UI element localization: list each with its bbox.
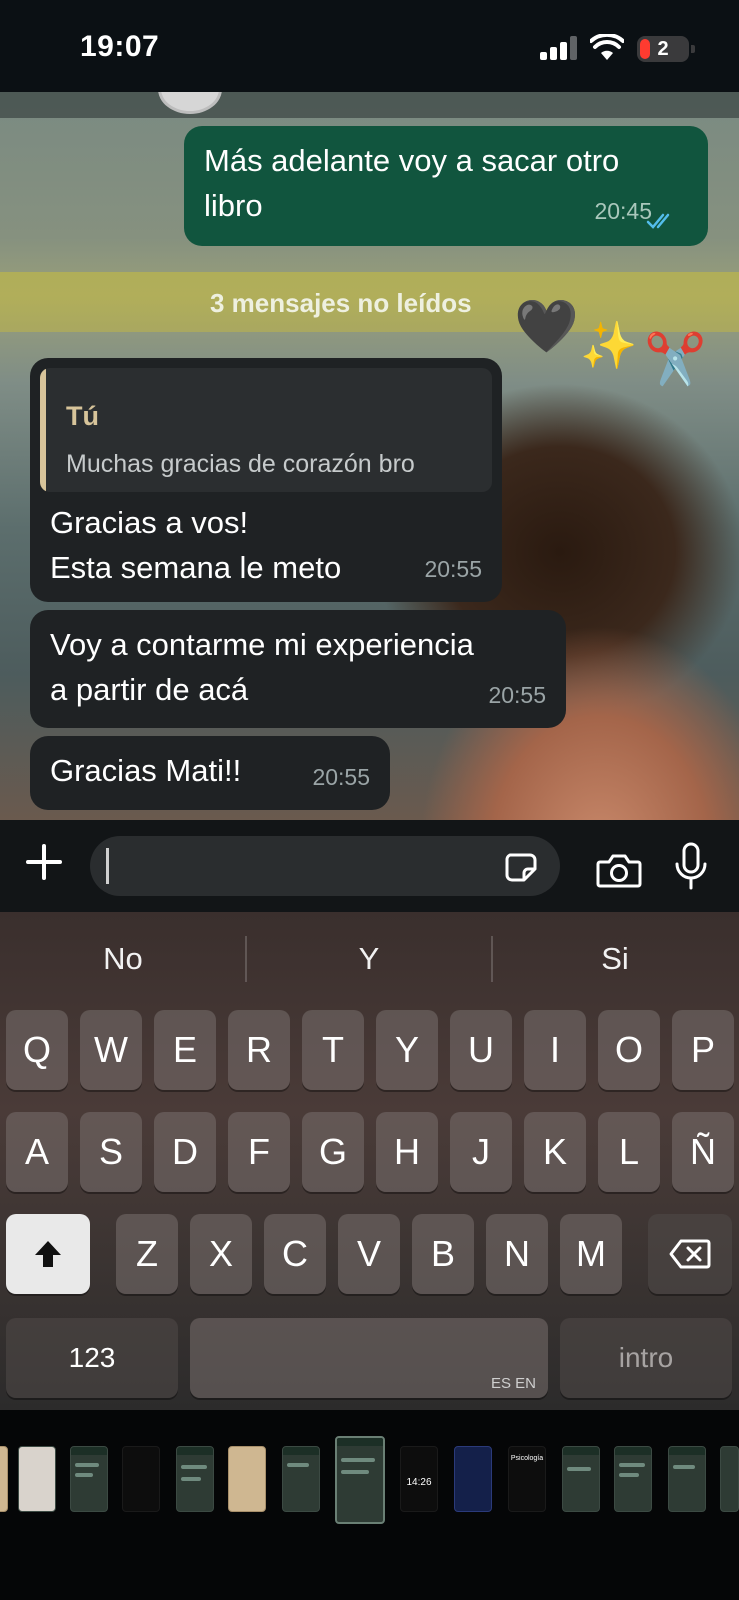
key-r[interactable]: R [228, 1010, 290, 1090]
key-g[interactable]: G [302, 1112, 364, 1192]
key-x[interactable]: X [190, 1214, 252, 1294]
key-w[interactable]: W [80, 1010, 142, 1090]
thumbnail-clock: 14:26 [406, 1477, 432, 1488]
suggestion-2[interactable]: Y [246, 912, 492, 1006]
camera-icon[interactable] [596, 852, 642, 888]
key-j[interactable]: J [450, 1112, 512, 1192]
thumbnail[interactable] [562, 1446, 600, 1512]
message-bubble-outgoing[interactable]: Más adelante voy a sacar otro libro 20:4… [184, 126, 708, 246]
key-u[interactable]: U [450, 1010, 512, 1090]
status-bar: 19:07 2 [0, 0, 739, 92]
key-z[interactable]: Z [116, 1214, 178, 1294]
thumbnail[interactable] [18, 1446, 56, 1512]
cellular-signal-icon [540, 36, 580, 60]
backspace-icon [669, 1239, 711, 1269]
key-k[interactable]: K [524, 1112, 586, 1192]
quoted-message[interactable]: Tú Muchas gracias de corazón bro [40, 368, 492, 492]
key-o[interactable]: O [598, 1010, 660, 1090]
thumbnail-selected[interactable] [335, 1436, 385, 1524]
key-a[interactable]: A [6, 1112, 68, 1192]
sticker-icon[interactable] [504, 852, 538, 882]
plus-icon[interactable] [24, 842, 64, 882]
thumbnail[interactable] [70, 1446, 108, 1512]
message-time: 20:45 [594, 198, 652, 224]
suggestion-1[interactable]: No [0, 912, 246, 1006]
thumbnail-title: Psicología [510, 1455, 544, 1462]
thumbnail[interactable] [176, 1446, 214, 1512]
space-language-label: ES EN [490, 1375, 536, 1392]
quoted-text: Muchas gracias de corazón bro [66, 450, 415, 478]
thumbnail[interactable] [668, 1446, 706, 1512]
shift-arrow-icon [35, 1241, 61, 1267]
message-time: 20:55 [312, 764, 370, 790]
battery-level: 2 [657, 38, 669, 60]
key-f[interactable]: F [228, 1112, 290, 1192]
thumbnail[interactable] [614, 1446, 652, 1512]
message-bubble-incoming[interactable]: Voy a contarme mi experiencia a partir d… [30, 610, 566, 728]
key-s[interactable]: S [80, 1112, 142, 1192]
key-n[interactable]: N [486, 1214, 548, 1294]
thumbnail[interactable] [122, 1446, 160, 1512]
read-receipt-icon [646, 213, 670, 229]
wifi-icon [590, 34, 624, 60]
key-d[interactable]: D [154, 1112, 216, 1192]
keyboard: No Y Si Q W E R T Y U I O P A S D F G H … [0, 912, 739, 1410]
key-c[interactable]: C [264, 1214, 326, 1294]
key-h[interactable]: H [376, 1112, 438, 1192]
thumbnail[interactable]: 14:26 [400, 1446, 438, 1512]
space-bar[interactable]: ES EN [190, 1318, 548, 1398]
delete-key[interactable] [648, 1214, 732, 1294]
thumbnail[interactable] [0, 1446, 8, 1512]
return-key[interactable]: intro [560, 1318, 732, 1398]
battery-icon: 2 [637, 36, 695, 62]
thumbnail[interactable] [228, 1446, 266, 1512]
message-composer [0, 820, 739, 912]
key-n-tilde[interactable]: Ñ [672, 1112, 734, 1192]
text-caret [106, 848, 109, 884]
key-i[interactable]: I [524, 1010, 586, 1090]
key-v[interactable]: V [338, 1214, 400, 1294]
photo-thumbnail-strip: 14:26 Psicología [0, 1410, 739, 1600]
contact-avatar[interactable] [158, 92, 222, 114]
message-input[interactable] [90, 836, 560, 896]
thumbnail[interactable] [282, 1446, 320, 1512]
microphone-icon[interactable] [674, 842, 708, 892]
numbers-key[interactable]: 123 [6, 1318, 178, 1398]
key-q[interactable]: Q [6, 1010, 68, 1090]
thumbnail[interactable] [720, 1446, 739, 1512]
message-bubble-incoming[interactable]: Gracias Mati!! 20:55 [30, 736, 390, 810]
unread-messages-label: 3 mensajes no leídos [210, 288, 472, 318]
suggestion-3[interactable]: Si [492, 912, 738, 1006]
key-l[interactable]: L [598, 1112, 660, 1192]
scissors-emoji: ✂️ [644, 331, 707, 387]
message-text: Voy a contarme mi experiencia a partir d… [50, 627, 474, 707]
quoted-author: Tú [66, 401, 99, 431]
key-p[interactable]: P [672, 1010, 734, 1090]
sparkles-emoji: ✨ [580, 319, 638, 371]
message-bubble-incoming[interactable]: Tú Muchas gracias de corazón bro Gracias… [30, 358, 502, 602]
status-time: 19:07 [80, 30, 160, 63]
key-b[interactable]: B [412, 1214, 474, 1294]
thumbnail[interactable] [454, 1446, 492, 1512]
key-y[interactable]: Y [376, 1010, 438, 1090]
message-time: 20:55 [488, 682, 546, 708]
thumbnail[interactable]: Psicología [508, 1446, 546, 1512]
shift-key[interactable] [6, 1214, 90, 1294]
key-t[interactable]: T [302, 1010, 364, 1090]
chat-header[interactable] [0, 92, 739, 118]
black-heart-emoji: 🖤 [514, 298, 579, 356]
key-e[interactable]: E [154, 1010, 216, 1090]
message-time: 20:55 [424, 556, 482, 582]
key-m[interactable]: M [560, 1214, 622, 1294]
